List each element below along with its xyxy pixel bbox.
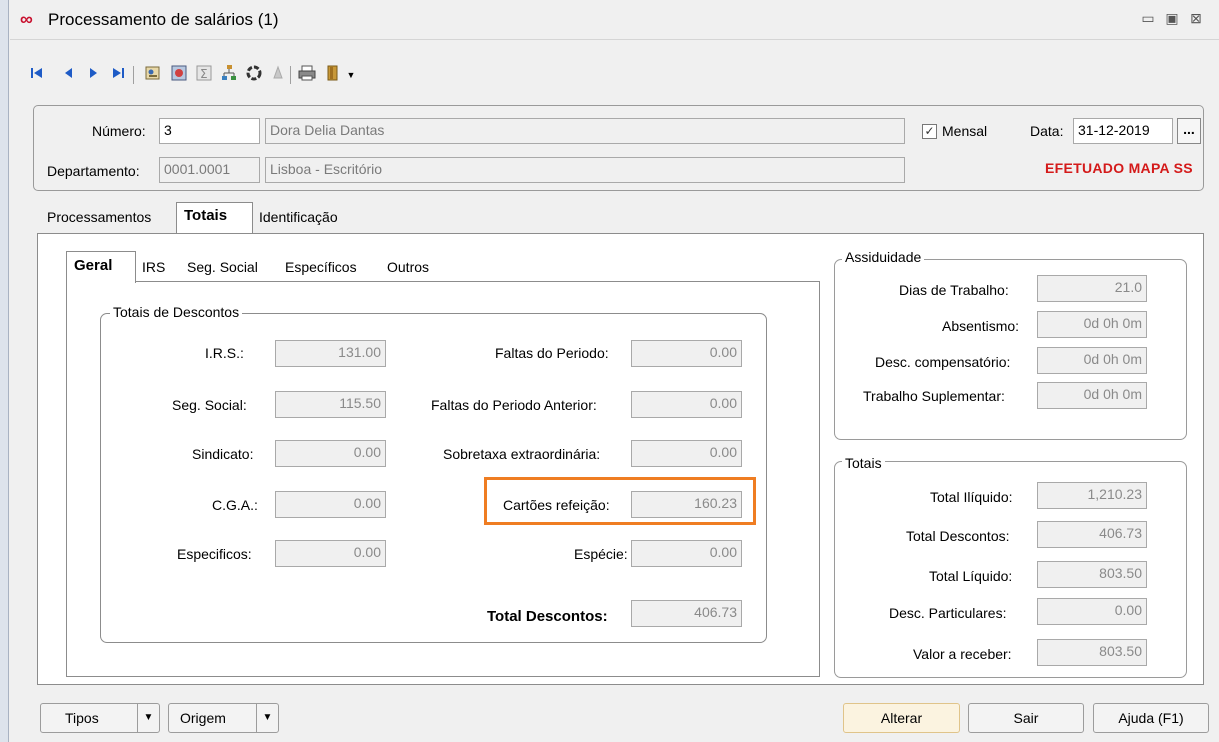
ajuda-button[interactable]: Ajuda (F1): [1093, 703, 1209, 733]
nome-field: Dora Delia Dantas: [265, 118, 905, 144]
close-icon[interactable]: ⊠: [1186, 8, 1206, 28]
numero-field[interactable]: 3: [159, 118, 260, 144]
desc-compensatorio-label: Desc. compensatório:: [875, 354, 1011, 370]
total-liquido-label: Total Líquido:: [929, 568, 1013, 584]
total-liquido-value: 803.50: [1037, 561, 1147, 588]
desc-compensatorio-value: 0d 0h 0m: [1037, 347, 1147, 374]
refresh-icon[interactable]: [243, 64, 265, 86]
totais-descontos-title: Totais de Descontos: [110, 304, 243, 320]
origem-button-label: Origem: [180, 710, 226, 726]
window-title: Processamento de salários (1): [48, 10, 279, 29]
especie-value: 0.00: [631, 540, 742, 567]
total-descontos-right-label: Total Descontos:: [906, 528, 1010, 544]
irs-label: I.R.S.:: [205, 345, 244, 361]
faltas-periodo-label: Faltas do Periodo:: [495, 345, 609, 361]
next-record-icon[interactable]: [82, 64, 104, 86]
svg-text:Σ: Σ: [200, 67, 208, 81]
total-descontos-value: 406.73: [631, 600, 742, 627]
data-field[interactable]: 31-12-2019: [1073, 118, 1173, 144]
sair-button[interactable]: Sair: [968, 703, 1084, 733]
window-left-edge: [0, 0, 9, 742]
alterar-button[interactable]: Alterar: [843, 703, 960, 733]
tab-identificacao[interactable]: Identificação: [259, 209, 338, 225]
first-record-icon[interactable]: [26, 64, 48, 86]
sobretaxa-label: Sobretaxa extraordinária:: [443, 446, 601, 462]
cga-label: C.G.A.:: [212, 497, 258, 513]
dias-label: Dias de Trabalho:: [899, 282, 1009, 298]
minimize-icon[interactable]: ▭: [1138, 8, 1158, 28]
trabalho-suplementar-value: 0d 0h 0m: [1037, 382, 1147, 409]
seg-social-value: 115.50: [275, 391, 386, 418]
employee-card-icon[interactable]: [142, 64, 164, 86]
tab-geral[interactable]: Geral: [74, 257, 112, 274]
absentismo-label: Absentismo:: [942, 318, 1020, 334]
last-record-icon[interactable]: [107, 64, 129, 86]
previous-record-icon[interactable]: [58, 64, 80, 86]
tipos-dropdown-icon[interactable]: ▼: [137, 704, 159, 732]
total-iliquido-label: Total Ilíquido:: [930, 489, 1013, 505]
dias-value: 21.0: [1037, 275, 1147, 302]
desc-particulares-label: Desc. Particulares:: [889, 605, 1007, 621]
especificos-value: 0.00: [275, 540, 386, 567]
cartoes-highlight-box: [484, 477, 756, 525]
tab-totais[interactable]: Totais: [184, 207, 227, 224]
data-label: Data:: [1030, 123, 1064, 139]
sobretaxa-value: 0.00: [631, 440, 742, 467]
absentismo-value: 0d 0h 0m: [1037, 311, 1147, 338]
valor-receber-label: Valor a receber:: [913, 646, 1012, 662]
sindicato-label: Sindicato:: [192, 446, 254, 462]
departamento-code-field: 0001.0001: [159, 157, 260, 183]
clear-icon[interactable]: [267, 64, 289, 86]
faltas-anterior-value: 0.00: [631, 391, 742, 418]
sum-icon[interactable]: Σ: [193, 64, 215, 86]
total-iliquido-value: 1,210.23: [1037, 482, 1147, 509]
toolbar-separator: [133, 66, 134, 84]
status-badge: EFETUADO MAPA SS: [1045, 160, 1193, 176]
departamento-name-field: Lisboa - Escritório: [265, 157, 905, 183]
numero-label: Número:: [92, 123, 146, 139]
sindicato-value: 0.00: [275, 440, 386, 467]
desc-particulares-value: 0.00: [1037, 598, 1147, 625]
tipos-button-label: Tipos: [65, 710, 99, 726]
trabalho-suplementar-label: Trabalho Suplementar:: [863, 388, 1005, 404]
irs-value: 131.00: [275, 340, 386, 367]
mensal-checkbox[interactable]: ✓: [922, 124, 937, 139]
exit-dropdown-icon[interactable]: ▼: [340, 64, 362, 86]
date-picker-button[interactable]: ...: [1177, 118, 1201, 144]
hierarchy-icon[interactable]: [218, 64, 240, 86]
valor-receber-value: 803.50: [1037, 639, 1147, 666]
origem-dropdown-icon[interactable]: ▼: [256, 704, 278, 732]
print-icon[interactable]: [296, 64, 318, 86]
mensal-label: Mensal: [942, 123, 988, 139]
restore-icon[interactable]: ▣: [1162, 8, 1182, 28]
process-icon[interactable]: [168, 64, 190, 86]
cga-value: 0.00: [275, 491, 386, 518]
tab-processamentos[interactable]: Processamentos: [47, 209, 151, 225]
totais-title: Totais: [842, 455, 885, 471]
total-descontos-label: Total Descontos:: [487, 608, 608, 625]
tipos-button[interactable]: Tipos ▼: [40, 703, 160, 733]
faltas-anterior-label: Faltas do Periodo Anterior:: [431, 397, 597, 413]
tab-irs[interactable]: IRS: [142, 259, 165, 275]
total-descontos-right-value: 406.73: [1037, 521, 1147, 548]
faltas-periodo-value: 0.00: [631, 340, 742, 367]
seg-social-label: Seg. Social:: [172, 397, 247, 413]
tab-outros[interactable]: Outros: [387, 259, 429, 275]
app-logo-icon: ∞: [20, 9, 33, 29]
departamento-label: Departamento:: [47, 163, 140, 179]
tab-seg-social[interactable]: Seg. Social: [187, 259, 258, 275]
tab-especificos[interactable]: Específicos: [285, 259, 357, 275]
especie-label: Espécie:: [574, 546, 628, 562]
especificos-label: Especificos:: [177, 546, 252, 562]
toolbar: [10, 61, 1219, 91]
origem-button[interactable]: Origem ▼: [168, 703, 279, 733]
toolbar-separator: [290, 66, 291, 84]
assiduidade-title: Assiduidade: [842, 249, 925, 265]
